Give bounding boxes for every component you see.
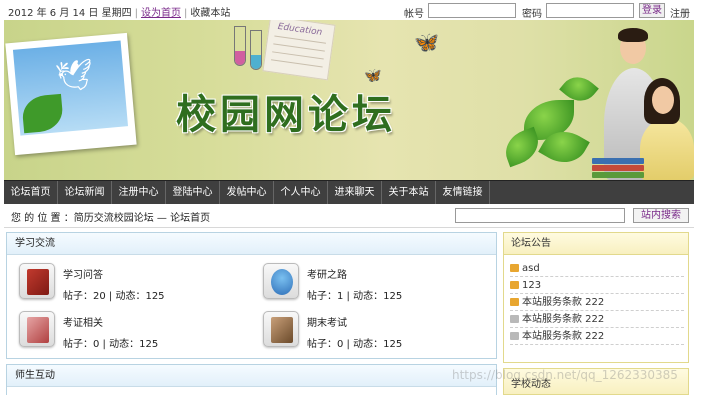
student-woman (640, 118, 694, 180)
notice-panel: 论坛公告 asd 123 本站服务条款 222 本站服务条款 222 本站服务条… (503, 232, 689, 363)
nav-item-about[interactable]: 关于本站 (382, 181, 436, 205)
forum-item[interactable]: 考证相关 帖子：0 | 动态：125 (19, 311, 239, 351)
nav-item-login[interactable]: 登陆中心 (166, 181, 220, 205)
panel-title: 论坛公告 (504, 233, 688, 255)
notice-item[interactable]: 本站服务条款 222 (510, 295, 684, 311)
notice-item[interactable]: asd (510, 261, 684, 277)
panel-title: 学习交流 (7, 233, 496, 255)
set-home-link[interactable]: 设为首页 (141, 8, 181, 19)
breadcrumb-bar: 您 的 位 置 ：简历交流校园论坛 — 论坛首页 站内搜索 (4, 204, 694, 228)
people-icon[interactable] (263, 263, 299, 299)
watermark: https://blog.csdn.net/qq_1262330385 (452, 368, 678, 382)
nav-item-home[interactable]: 论坛首页 (4, 181, 58, 205)
nav-item-profile[interactable]: 个人中心 (274, 181, 328, 205)
nav-item-news[interactable]: 论坛新闻 (58, 181, 112, 205)
books-icon (592, 158, 644, 180)
account-input[interactable] (428, 3, 516, 18)
forum-stat: 帖子：1 | 动态：125 (307, 291, 403, 302)
site-title: 校园网论坛 (176, 92, 396, 138)
notice-bullet-icon (510, 332, 519, 340)
butterfly-icon: 🦋 (414, 30, 439, 54)
forum-stat: 帖子：20 | 动态：125 (63, 291, 165, 302)
password-input[interactable] (546, 3, 634, 18)
top-bar: 2012 年 6 月 14 日 星期四 | 设为首页 | 收藏本站 帐号 密码 登录 注… (0, 0, 722, 22)
notice-bullet-icon (510, 298, 519, 306)
notice-bullet-icon (510, 281, 519, 289)
exam-book-icon[interactable] (263, 311, 299, 347)
notice-bullet-icon (510, 315, 519, 323)
education-paper: Education (262, 20, 336, 81)
nav-item-chat[interactable]: 进来聊天 (328, 181, 382, 205)
panel-title: 师生互动 (7, 365, 496, 387)
forum-stat: 帖子：0 | 动态：125 (63, 339, 159, 350)
forum-name[interactable]: 考研之路 (307, 266, 347, 281)
top-left-links: 2012 年 6 月 14 日 星期四 | 设为首页 | 收藏本站 (8, 8, 231, 19)
nav-item-links[interactable]: 友情链接 (436, 181, 490, 205)
nav-item-register[interactable]: 注册中心 (112, 181, 166, 205)
site-search-input[interactable] (455, 208, 625, 223)
forum-item[interactable]: 学习问答 帖子：20 | 动态：125 (19, 263, 239, 303)
notice-item[interactable]: 本站服务条款 222 (510, 329, 684, 345)
dove-icon: 🕊 (54, 57, 96, 96)
forum-item[interactable]: 期末考试 帖子：0 | 动态：125 (263, 311, 483, 351)
notice-item[interactable]: 123 (510, 278, 684, 294)
flask-icon (250, 30, 262, 70)
nav-item-post[interactable]: 发帖中心 (220, 181, 274, 205)
certificate-book-icon[interactable] (19, 311, 55, 347)
flask-icon (234, 26, 246, 66)
forum-stat: 帖子：0 | 动态：125 (307, 339, 403, 350)
forum-item[interactable]: 考研之路 帖子：1 | 动态：125 (263, 263, 483, 303)
password-label: 密码 (522, 9, 542, 20)
notice-bullet-icon (510, 264, 519, 272)
account-label: 帐号 (404, 9, 424, 20)
site-search-button[interactable]: 站内搜索 (633, 208, 689, 223)
notice-item[interactable]: 本站服务条款 222 (510, 312, 684, 328)
bookmark-link[interactable]: 收藏本站 (190, 8, 230, 19)
login-button[interactable]: 登录 (639, 3, 665, 18)
forum-name[interactable]: 考证相关 (63, 314, 103, 329)
teacher-student-panel: 师生互动 (6, 364, 497, 395)
forum-name[interactable]: 期末考试 (307, 314, 347, 329)
breadcrumb: 您 的 位 置 ：简历交流校园论坛 — 论坛首页 (11, 213, 211, 224)
red-book-icon[interactable] (19, 263, 55, 299)
forum-name[interactable]: 学习问答 (63, 266, 103, 281)
banner: 🕊 Education 🦋 🦋 校园网论坛 (4, 20, 694, 180)
register-link[interactable]: 注册 (670, 5, 690, 20)
study-panel: 学习交流 学习问答 帖子：20 | 动态：125 考研之路 帖子：1 | 动态：… (6, 232, 497, 359)
main-nav: 论坛首页 论坛新闻 注册中心 登陆中心 发帖中心 个人中心 进来聊天 关于本站 … (4, 180, 694, 205)
dove-photo: 🕊 (5, 32, 137, 156)
date-text: 2012 年 6 月 14 日 星期四 (8, 8, 132, 19)
